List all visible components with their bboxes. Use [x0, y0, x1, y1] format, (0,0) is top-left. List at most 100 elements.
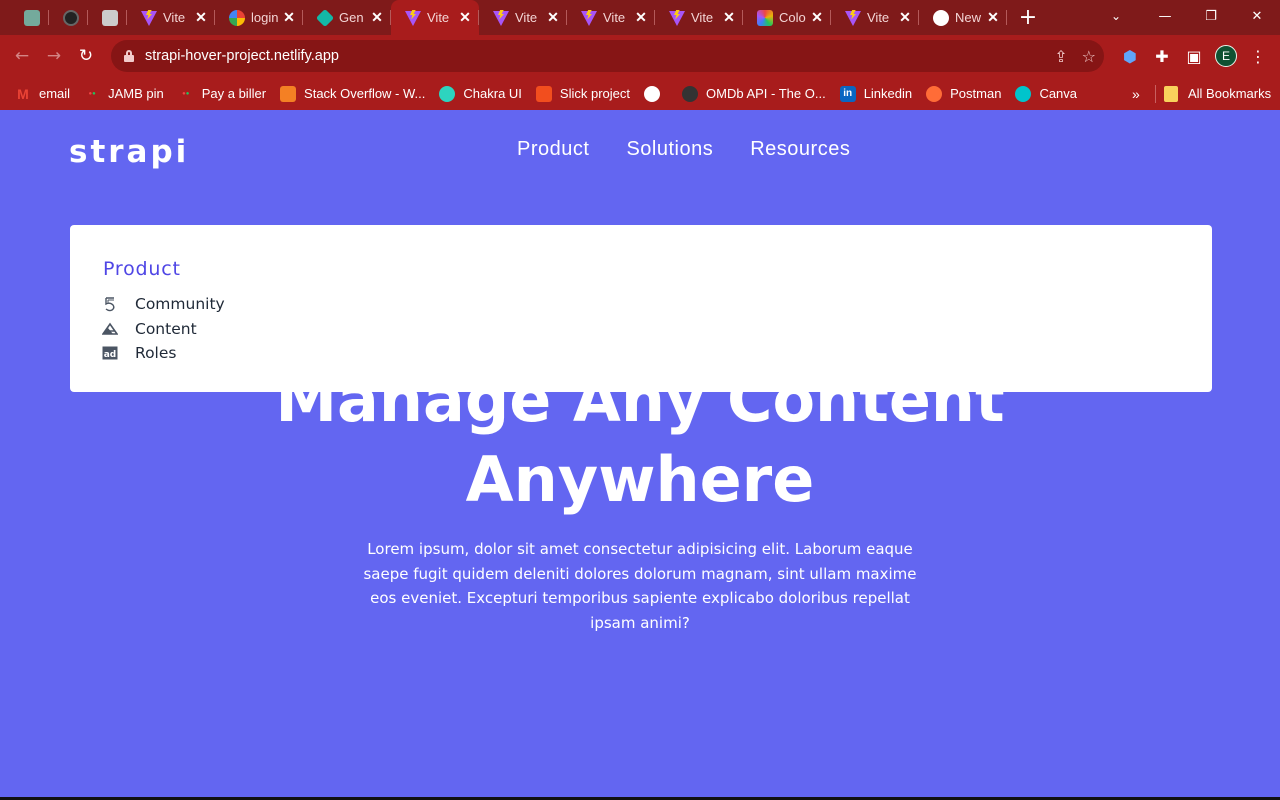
tab-close-icon[interactable]: ✕ [545, 9, 561, 26]
tab-separator [1006, 10, 1007, 25]
bookmark-item[interactable]: ● ● Pay a biller [171, 80, 273, 108]
color-icon [757, 9, 773, 26]
bookmark-item[interactable]: Stack Overflow - W... [273, 80, 432, 108]
tab-title: Vite [163, 10, 186, 25]
tab-title: Vite [691, 10, 714, 25]
nav-link-solutions[interactable]: Solutions [626, 138, 713, 161]
tab-close-icon[interactable]: ✕ [897, 9, 913, 26]
browser-tab[interactable] [88, 0, 127, 35]
menu-kebab-icon[interactable]: ⋮ [1242, 40, 1274, 72]
tab-close-icon[interactable]: ✕ [281, 9, 297, 26]
community-icon [102, 296, 118, 312]
browser-tab[interactable] [10, 0, 49, 35]
vite-icon [141, 9, 157, 26]
vite-icon [669, 9, 685, 26]
new-tab-button[interactable]: + [1013, 3, 1043, 33]
lock-icon[interactable] [124, 50, 134, 62]
profile-avatar[interactable]: E [1210, 40, 1242, 72]
bookmark-label: Pay a biller [201, 86, 267, 101]
vite-icon [493, 9, 509, 26]
chatgpt-icon [24, 9, 40, 26]
chrome-icon [933, 9, 949, 26]
bookmark-item[interactable]: Slick project [529, 80, 637, 108]
close-window-button[interactable]: ✕ [1234, 0, 1280, 32]
minimize-button[interactable]: — [1142, 0, 1188, 32]
product-submenu: Product Community Content ad Roles [70, 225, 1212, 392]
bookmarks-overflow-button[interactable]: » [1132, 77, 1140, 110]
nav-link-resources[interactable]: Resources [750, 138, 850, 161]
tab-close-icon[interactable]: ✕ [633, 9, 649, 26]
share-icon[interactable]: ⇪ [1054, 47, 1067, 66]
bookmark-star-icon[interactable]: ☆ [1082, 47, 1096, 66]
bookmark-item[interactable]: in Linkedin [833, 80, 919, 108]
bookmark-label: Stack Overflow - W... [304, 86, 426, 101]
dots-icon: ● ● [182, 90, 190, 97]
bookmark-item[interactable]: Canva [1008, 80, 1084, 108]
bookmark-label: email [39, 86, 71, 101]
bookmark-item[interactable] [637, 80, 675, 108]
tab-title: Vite [515, 10, 538, 25]
back-button[interactable]: ← [6, 40, 38, 72]
tab-close-icon[interactable]: ✕ [809, 9, 825, 26]
tab-close-icon[interactable]: ✕ [193, 9, 209, 26]
site-logo[interactable]: strapi [69, 134, 189, 170]
browser-tab[interactable]: New ✕ [919, 0, 1007, 35]
github-icon [63, 9, 79, 26]
tab-close-icon[interactable]: ✕ [985, 9, 1001, 26]
browser-tab[interactable]: Vite ✕ [391, 0, 479, 35]
bookmark-item[interactable]: ● ● JAMB pin [77, 80, 171, 108]
hero-title-line2: Anywhere [465, 443, 815, 516]
submenu-heading: Product [103, 258, 181, 280]
gmail-icon: M [17, 85, 29, 102]
browser-tab[interactable]: Vite ✕ [831, 0, 919, 35]
all-bookmarks-button[interactable]: All Bookmarks [1164, 77, 1271, 110]
bookmark-label: OMDb API - The O... [706, 86, 826, 101]
submenu-item-label: Roles [135, 344, 177, 363]
stackoverflow-icon [280, 85, 297, 102]
address-bar[interactable]: strapi-hover-project.netlify.app ⇪ ☆ [111, 40, 1104, 72]
globe-icon [644, 85, 660, 102]
tab-close-icon[interactable]: ✕ [369, 9, 385, 26]
tab-search-icon[interactable]: ⌄ [1104, 5, 1128, 27]
tab-title: New [955, 10, 982, 25]
submenu-item-roles[interactable]: ad Roles [102, 341, 225, 366]
bookmark-item[interactable]: Chakra UI [432, 80, 529, 108]
submenu-item-content[interactable]: Content [102, 317, 225, 342]
vite-icon [405, 9, 421, 26]
reload-button[interactable]: ↻ [70, 40, 102, 72]
browser-tab[interactable]: Vite ✕ [567, 0, 655, 35]
browser-toolbar: ← → ↻ strapi-hover-project.netlify.app ⇪… [0, 35, 1280, 77]
browser-tab[interactable]: Colo ✕ [743, 0, 831, 35]
browser-tab-strip: Vite ✕ login ✕ Gen ✕ Vite ✕ Vite ✕ Vite ✕ Vite ✕ Colo ✕… [0, 0, 1280, 35]
browser-tab[interactable] [49, 0, 88, 35]
browser-tab[interactable]: Vite ✕ [127, 0, 215, 35]
bookmarks-divider [1155, 85, 1156, 103]
url-text[interactable]: strapi-hover-project.netlify.app [145, 48, 339, 64]
side-panel-icon[interactable]: ▣ [1178, 40, 1210, 72]
extensions-puzzle-icon[interactable]: ✚ [1146, 40, 1178, 72]
browser-tab[interactable]: Vite ✕ [479, 0, 567, 35]
bookmark-item[interactable]: Memail [8, 80, 77, 108]
restore-button[interactable]: ❐ [1188, 0, 1234, 32]
bookmark-label: Canva [1039, 86, 1078, 101]
submenu-item-label: Content [135, 319, 197, 338]
tab-title: Vite [427, 10, 450, 25]
roles-icon: ad [102, 345, 118, 361]
nav-link-product[interactable]: Product [517, 138, 589, 161]
chakra-icon [439, 85, 456, 102]
bookmark-item[interactable]: OMDb API - The O... [675, 80, 833, 108]
hero-description: Lorem ipsum, dolor sit amet consectetur … [363, 540, 917, 632]
tab-close-icon[interactable]: ✕ [721, 9, 737, 26]
browser-tab[interactable]: login ✕ [215, 0, 303, 35]
browser-tab[interactable]: Gen ✕ [303, 0, 391, 35]
extension-shield-icon[interactable]: ⬢ [1114, 40, 1146, 72]
browser-tab[interactable]: Vite ✕ [655, 0, 743, 35]
canva-icon [1015, 85, 1032, 102]
tab-close-icon[interactable]: ✕ [457, 9, 473, 26]
figma-icon [535, 85, 552, 102]
bookmark-item[interactable]: Postman [919, 80, 1008, 108]
app-icon [102, 9, 118, 26]
submenu-item-community[interactable]: Community [102, 292, 225, 317]
google-icon [229, 9, 245, 26]
forward-button[interactable]: → [38, 40, 70, 72]
